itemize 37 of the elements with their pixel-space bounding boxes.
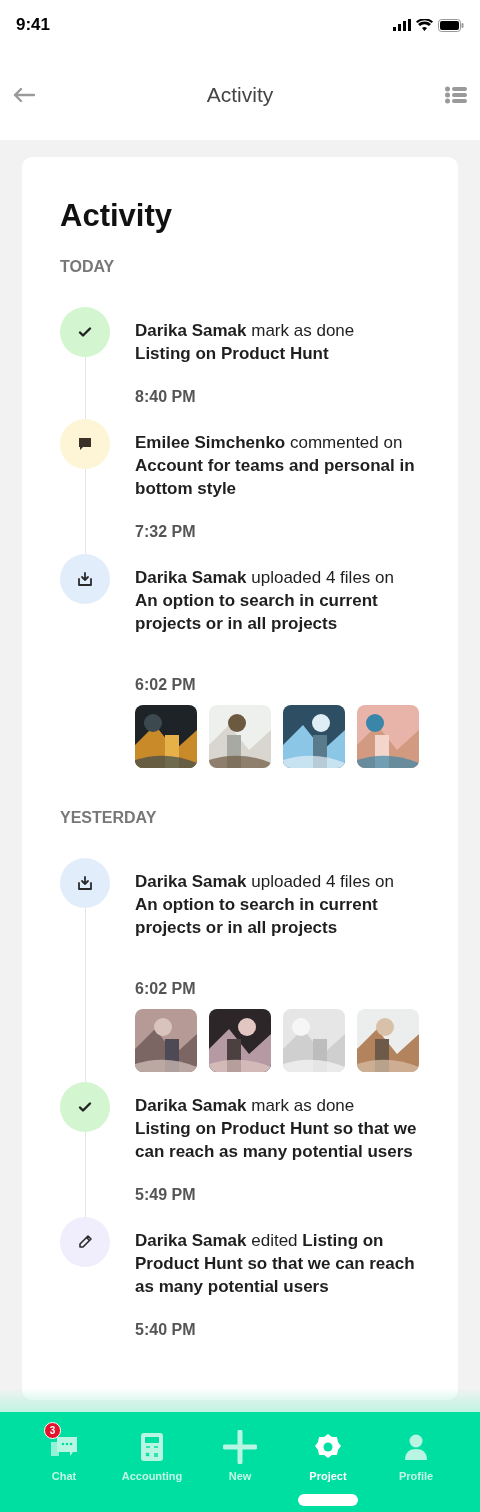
- upload-icon: [77, 571, 93, 587]
- home-indicator: [298, 1494, 358, 1506]
- event-time: 7:32 PM: [135, 522, 197, 542]
- pencil-icon: [77, 1234, 93, 1250]
- check-icon: [78, 1100, 92, 1114]
- battery-icon: [438, 18, 464, 32]
- status-time: 9:41: [16, 14, 51, 37]
- notification-badge: 3: [44, 1422, 61, 1439]
- page-title: Activity: [206, 82, 274, 109]
- event-time: 5:49 PM: [135, 1185, 197, 1205]
- nav-tab[interactable]: Accounting: [114, 1420, 190, 1489]
- nav-tab[interactable]: Chat 3: [26, 1420, 102, 1489]
- event-text: Emilee Simchenko commented on Account for teams and personal in bottom style: [135, 432, 416, 500]
- event-time: 5:40 PM: [135, 1320, 197, 1340]
- event-time: 8:40 PM: [135, 387, 197, 407]
- comment-icon: [78, 437, 92, 451]
- wifi-icon: [416, 19, 433, 31]
- section-label: YESTERDAY: [60, 808, 158, 828]
- nav-tab[interactable]: Profile: [378, 1420, 454, 1489]
- person-icon: [404, 1434, 428, 1460]
- calculator-icon: [141, 1433, 163, 1461]
- nav-tab[interactable]: New: [202, 1420, 278, 1489]
- event-text: Darika Samak mark as done Listing on Product Hunt so that we can reach as many potential users: [135, 1095, 418, 1163]
- card-title: Activity: [60, 197, 173, 235]
- event-text: Darika Samak mark as done Listing on Product Hunt: [135, 320, 356, 365]
- event-time: 6:02 PM: [135, 979, 197, 999]
- upload-icon: [77, 875, 93, 891]
- event-text: Darika Samak edited Listing on Product Hunt so that we can reach as many potential users: [135, 1230, 416, 1298]
- settings-icon: [314, 1433, 342, 1461]
- check-icon: [78, 325, 92, 339]
- nav-tab[interactable]: Project: [290, 1420, 366, 1489]
- event-time: 6:02 PM: [135, 675, 197, 695]
- event-text: Darika Samak uploaded 4 files on An option to search in current projects or in all projects: [135, 871, 395, 939]
- event-text: Darika Samak uploaded 4 files on An option to search in current projects or in all projects: [135, 567, 395, 635]
- signal-icon: [393, 19, 411, 31]
- section-label: TODAY: [60, 257, 116, 277]
- plus-icon: [223, 1430, 257, 1464]
